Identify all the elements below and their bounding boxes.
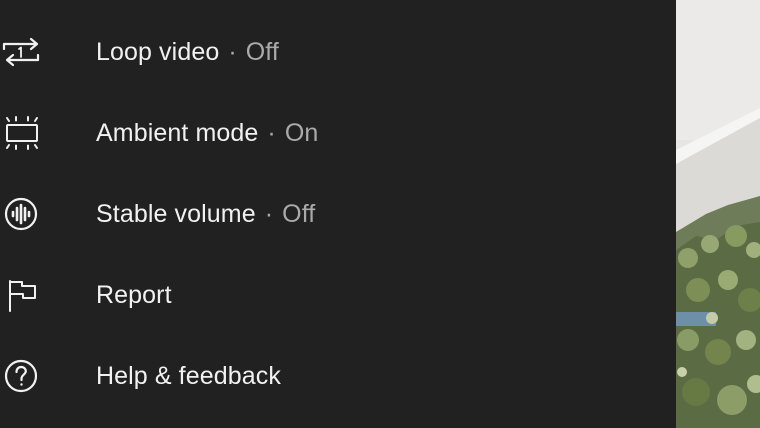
separator-dot: · xyxy=(264,199,274,228)
stable-volume-text: Stable volume · Off xyxy=(96,199,315,229)
menu-item-ambient-mode[interactable]: Ambient mode · On xyxy=(0,92,676,173)
separator-dot: · xyxy=(228,37,237,66)
loop-video-label: Loop video xyxy=(96,37,220,66)
menu-item-report[interactable]: Report xyxy=(0,254,676,335)
video-preview[interactable] xyxy=(676,0,760,428)
ambient-mode-state: On xyxy=(284,118,319,147)
help-feedback-text: Help & feedback xyxy=(96,361,281,391)
flag-icon xyxy=(0,275,44,315)
ambient-mode-text: Ambient mode · On xyxy=(96,118,318,148)
report-label: Report xyxy=(96,280,172,309)
stable-volume-icon xyxy=(0,194,44,234)
menu-item-help-feedback[interactable]: Help & feedback xyxy=(0,335,676,416)
stable-volume-label: Stable volume xyxy=(96,199,256,228)
video-frame-image xyxy=(676,0,760,428)
loop-video-state: Off xyxy=(245,37,279,66)
help-icon xyxy=(0,356,44,396)
menu-item-stable-volume[interactable]: Stable volume · Off xyxy=(0,173,676,254)
more-options-sheet: Loop video · Off Ambient mode · On Stabl… xyxy=(0,0,676,428)
loop-video-text: Loop video · Off xyxy=(96,37,279,67)
menu-item-loop-video[interactable]: Loop video · Off xyxy=(0,11,676,92)
help-feedback-label: Help & feedback xyxy=(96,361,281,390)
ambient-mode-label: Ambient mode xyxy=(96,118,259,147)
stable-volume-state: Off xyxy=(282,199,316,228)
loop-icon xyxy=(0,32,44,72)
screen: Loop video · Off Ambient mode · On Stabl… xyxy=(0,0,760,428)
separator-dot: · xyxy=(267,118,276,147)
report-text: Report xyxy=(96,280,172,310)
ambient-mode-icon xyxy=(0,113,44,153)
